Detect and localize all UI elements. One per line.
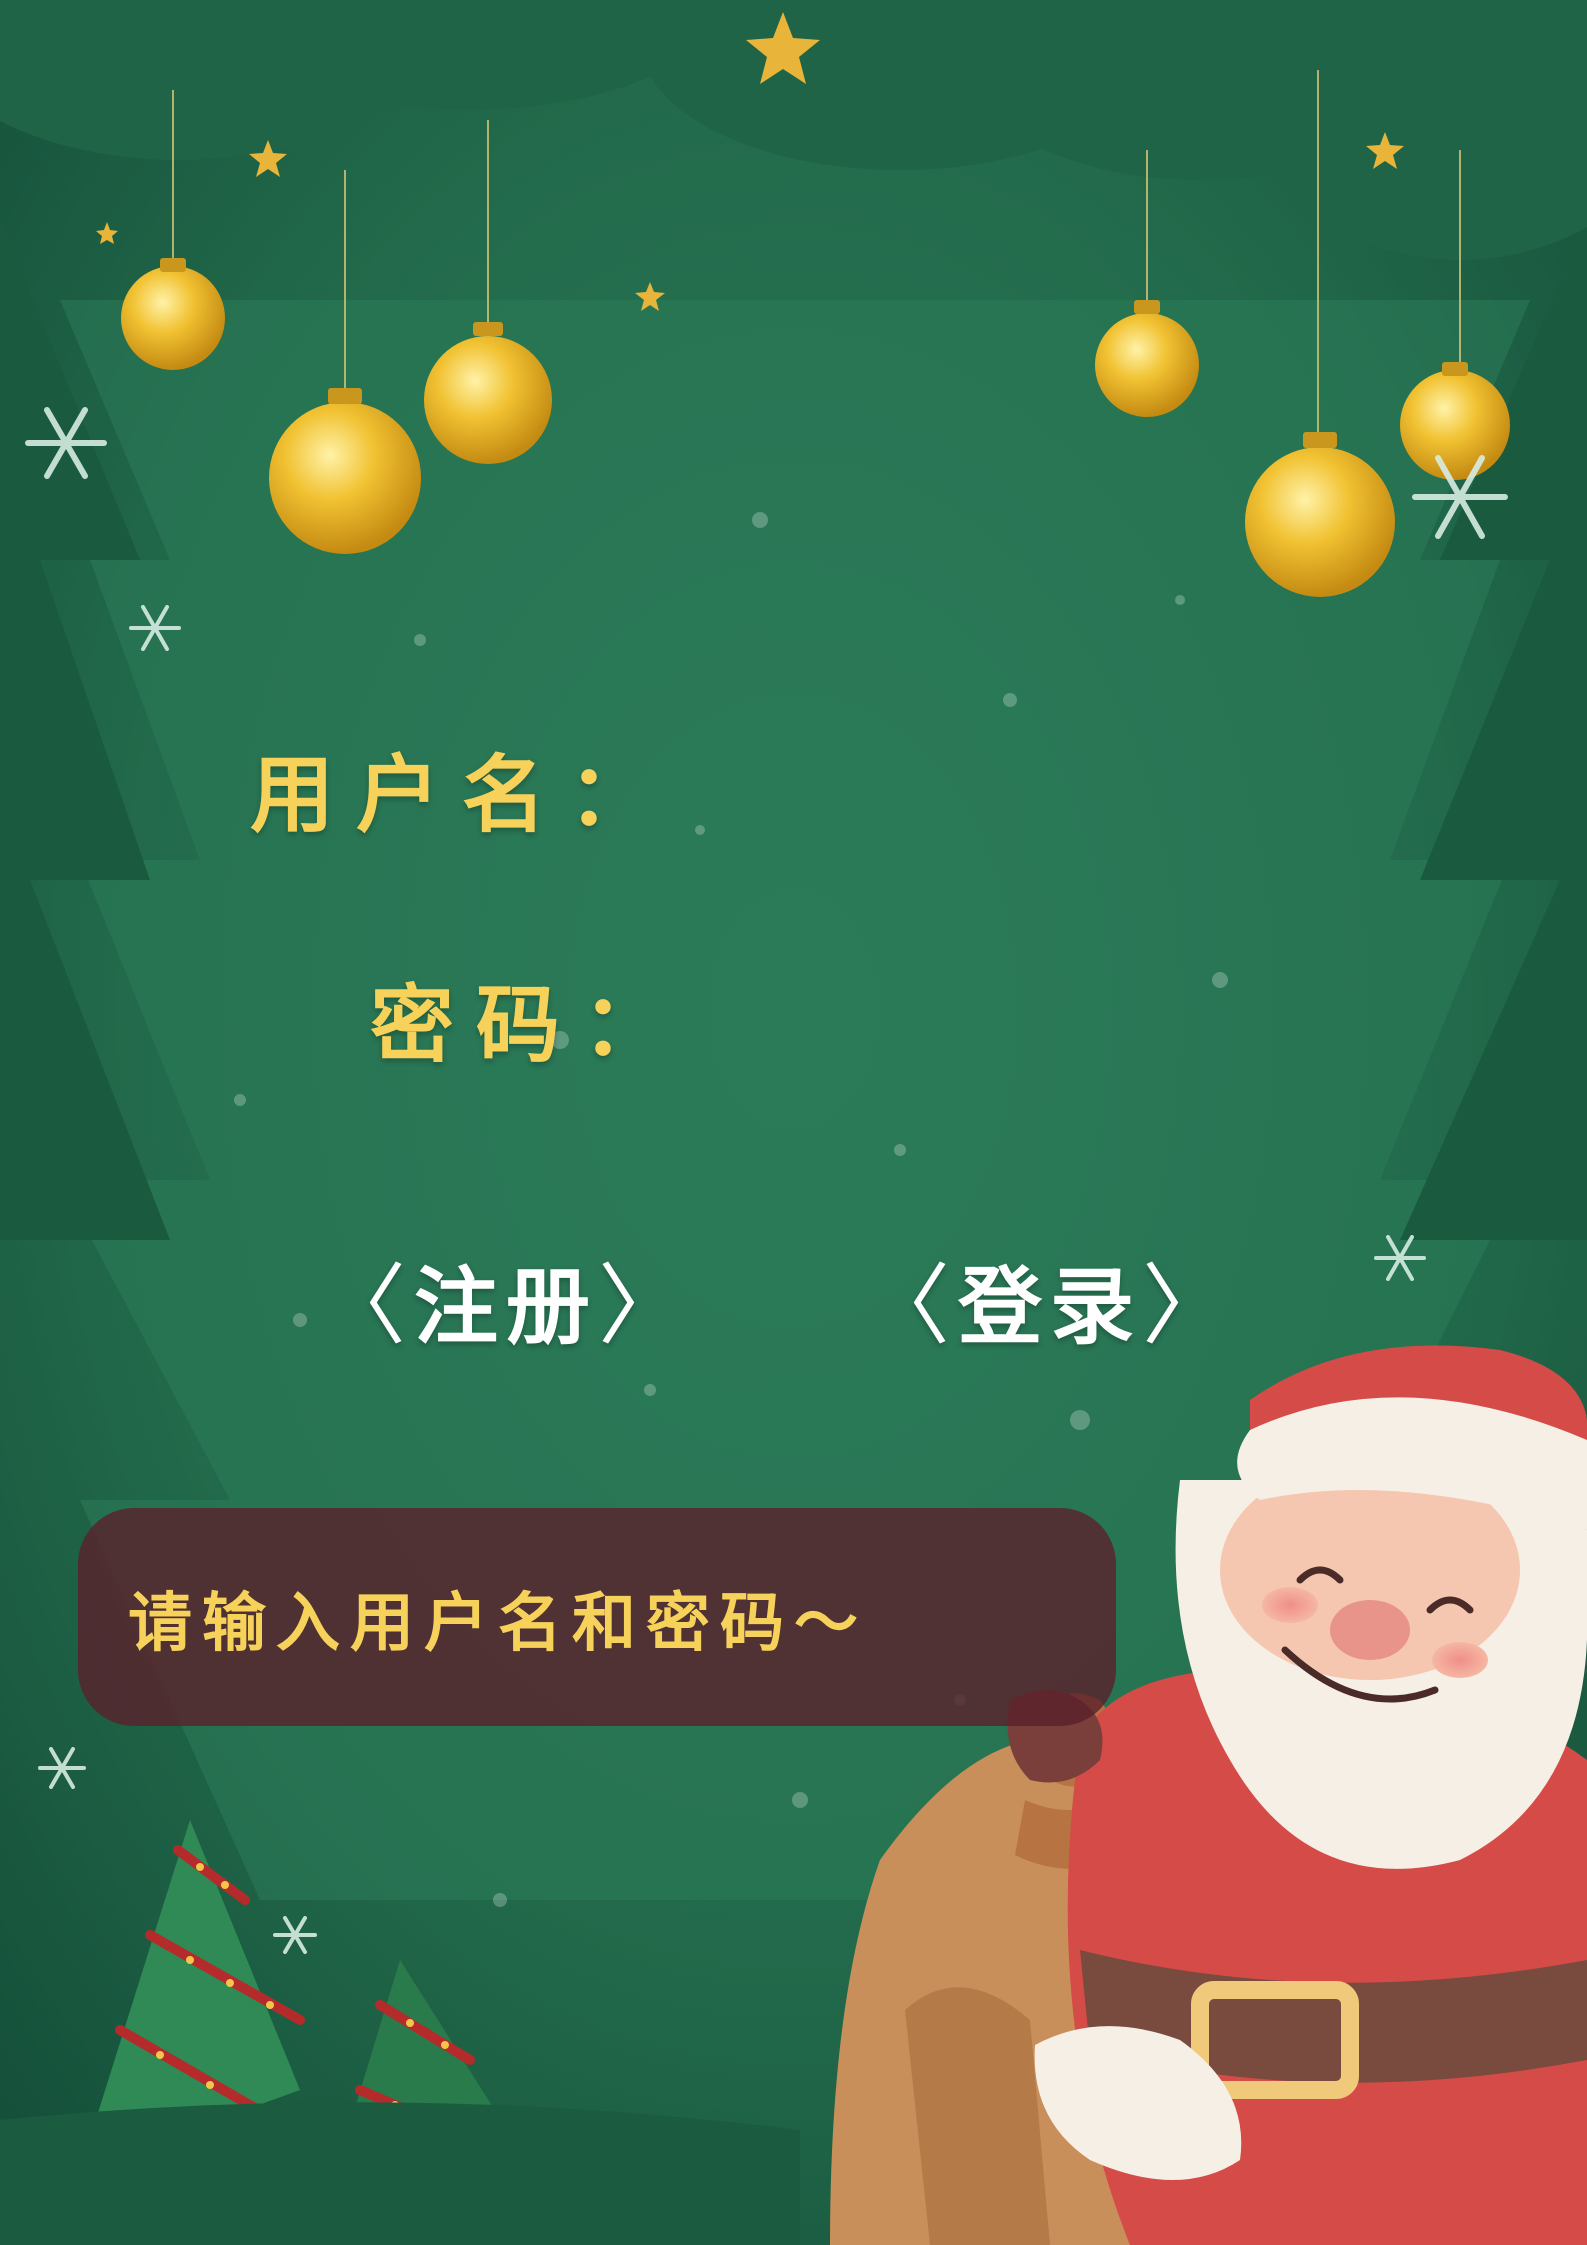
register-button[interactable]: 〈注册〉 xyxy=(318,1235,694,1362)
register-label: 注册 xyxy=(414,1257,599,1356)
login-button[interactable]: 〈登录〉 xyxy=(862,1235,1238,1362)
username-label: 用户名： xyxy=(250,745,675,844)
right-bracket-icon: 〉 xyxy=(1142,1254,1239,1357)
right-bracket-icon: 〉 xyxy=(598,1254,695,1357)
password-input[interactable] xyxy=(650,960,1434,1062)
message-text: 请输入用户名和密码～ xyxy=(128,1586,868,1661)
login-label: 登录 xyxy=(958,1257,1143,1356)
left-bracket-icon: 〈 xyxy=(862,1254,959,1357)
username-input[interactable] xyxy=(650,730,1434,832)
christmas-background xyxy=(0,0,1587,2245)
login-screen: 用户名： 密码： 〈注册〉 〈登录〉 请输入用户名和密码～ xyxy=(0,0,1587,2245)
password-label: 密码： xyxy=(370,975,689,1074)
left-bracket-icon: 〈 xyxy=(318,1254,415,1357)
message-box: 请输入用户名和密码～ xyxy=(78,1508,1116,1726)
